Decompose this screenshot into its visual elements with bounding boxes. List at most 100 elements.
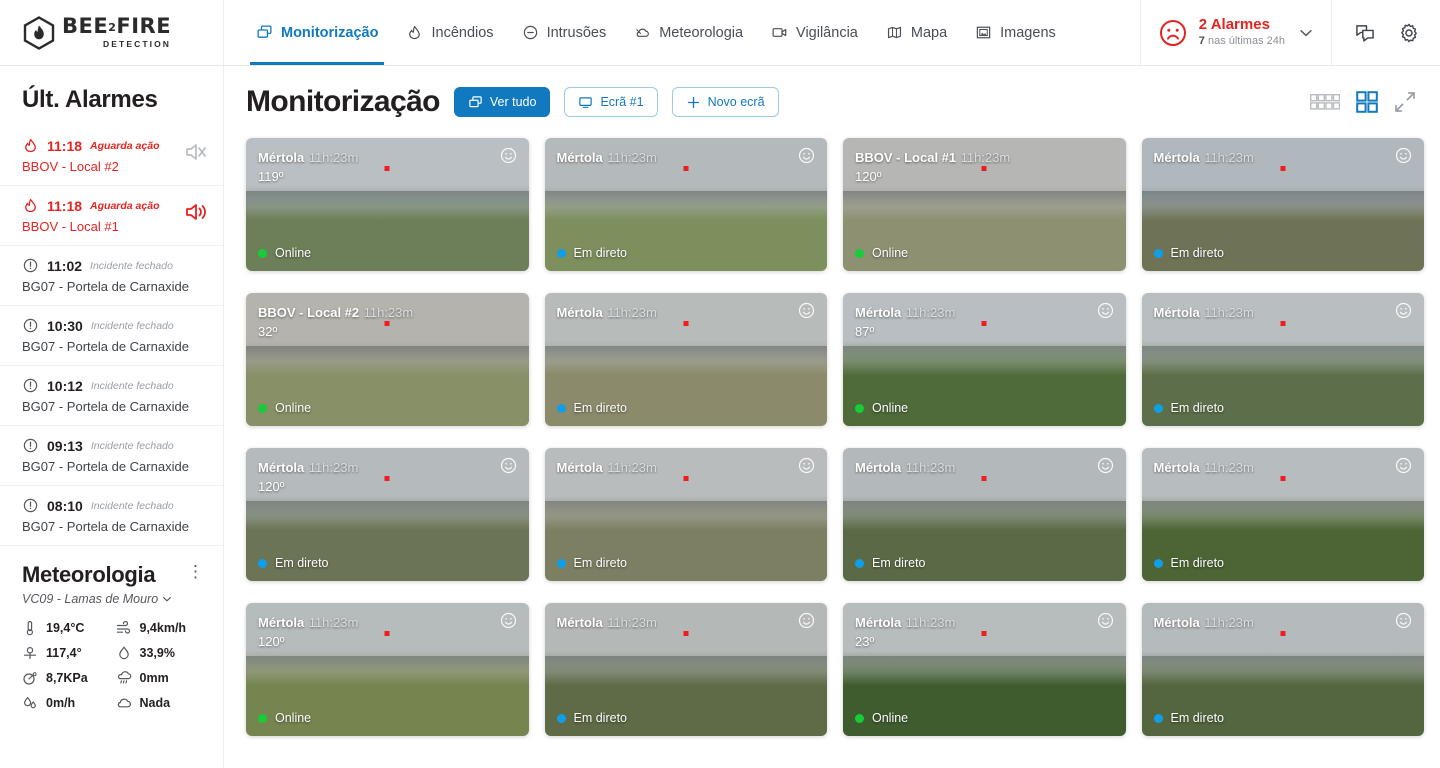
plus-icon xyxy=(687,96,699,108)
camera-card[interactable]: BBOV - Local #1 11h:23m 120º Online xyxy=(843,138,1126,271)
kebab-menu-icon[interactable]: ⋮ xyxy=(187,562,209,582)
camera-name: Mértola xyxy=(258,150,305,165)
alarm-list-item[interactable]: 11:18 Aguarda ação BBOV - Local #1 xyxy=(0,186,223,246)
nav-label: Vigilância xyxy=(796,24,858,41)
brand-logo[interactable]: BEE2FIRE DETECTION xyxy=(0,0,224,65)
camera-name: Mértola xyxy=(556,150,603,165)
status-label: Online xyxy=(275,711,312,725)
alarm-list-item[interactable]: 09:13 Incidente fechado BG07 - Portela d… xyxy=(0,426,223,486)
smiley-face-icon[interactable] xyxy=(1097,457,1114,474)
camera-card[interactable]: Mértola 11h:23m Em direto xyxy=(1141,603,1424,736)
camera-card[interactable]: BBOV - Local #2 11h:23m 32º Online xyxy=(246,293,529,426)
brand-name-fire: FIRE xyxy=(116,14,172,39)
smiley-face-icon[interactable] xyxy=(1395,302,1412,319)
status-label: Em direto xyxy=(1170,711,1225,725)
camera-card[interactable]: Mértola 11h:23m 119º Online xyxy=(246,138,529,271)
camera-card[interactable]: Mértola 11h:23m 87º Online xyxy=(843,293,1126,426)
camera-card[interactable]: Mértola 11h:23m Em direto xyxy=(544,293,827,426)
precipitation-rate-icon xyxy=(24,697,36,709)
chevron-down-icon[interactable] xyxy=(1297,24,1315,42)
copy-screens-icon xyxy=(469,95,482,107)
camera-degrees: 120º xyxy=(258,479,285,495)
weather-metric: 117,4° xyxy=(22,645,108,661)
camera-icon xyxy=(772,28,787,37)
alarm-time: 08:10 xyxy=(47,497,83,514)
smiley-face-icon[interactable] xyxy=(798,612,815,629)
camera-name: Mértola xyxy=(258,615,305,630)
status-dot-online xyxy=(258,403,267,413)
alarm-time: 11:02 xyxy=(47,257,83,274)
weather-station-selector[interactable]: VC09 - Lamas de Mouro xyxy=(22,592,209,606)
smiley-face-icon[interactable] xyxy=(1097,612,1114,629)
camera-card[interactable]: Mértola 11h:23m Em direto xyxy=(1141,293,1424,426)
status-dot-live xyxy=(1153,713,1163,723)
camera-card[interactable]: Mértola 11h:23m Em direto xyxy=(1141,138,1424,271)
detection-marker xyxy=(683,476,689,481)
camera-time: 11h:23m xyxy=(308,615,359,630)
top-bar: BEE2FIRE DETECTION Monitorização Incêndi… xyxy=(0,0,1440,66)
nav-item-meteorologia[interactable]: Meteorologia xyxy=(620,0,757,65)
alarm-list-item[interactable]: 11:18 Aguarda ação BBOV - Local #2 xyxy=(0,126,223,186)
status-label: Online xyxy=(275,246,312,260)
camera-name: BBOV - Local #2 xyxy=(258,305,360,320)
nav-item-incendios[interactable]: Incêndios xyxy=(392,0,507,65)
alarm-place: BG07 - Portela de Carnaxide xyxy=(22,279,189,294)
camera-card[interactable]: Mértola 11h:23m Em direto xyxy=(1141,448,1424,581)
smiley-face-icon[interactable] xyxy=(1395,457,1412,474)
horizon-ridge xyxy=(1141,656,1424,673)
smiley-face-icon[interactable] xyxy=(500,457,517,474)
camera-status: Em direto xyxy=(1153,246,1224,260)
sidebar-title: Últ. Alarmes xyxy=(22,86,158,113)
weather-metric: 33,9% xyxy=(116,645,202,661)
nav-item-mapa[interactable]: Mapa xyxy=(872,0,961,65)
camera-card[interactable]: Mértola 11h:23m 120º Em direto xyxy=(246,448,529,581)
alarm-list-item[interactable]: 08:10 Incidente fechado BG07 - Portela d… xyxy=(0,486,223,546)
camera-card[interactable]: Mértola 11h:23m 23º Online xyxy=(843,603,1126,736)
chat-icon[interactable] xyxy=(1354,22,1376,44)
nav-item-imagens[interactable]: Imagens xyxy=(961,0,1070,65)
camera-name: Mértola xyxy=(855,615,902,630)
alarm-list-item[interactable]: 10:30 Incidente fechado BG07 - Portela d… xyxy=(0,306,223,366)
nav-label: Monitorização xyxy=(281,24,379,41)
smiley-face-icon[interactable] xyxy=(798,457,815,474)
camera-card[interactable]: Mértola 11h:23m Em direto xyxy=(843,448,1126,581)
smiley-face-icon[interactable] xyxy=(1395,612,1412,629)
nav-item-monitorizacao[interactable]: Monitorização xyxy=(242,0,392,65)
camera-card[interactable]: Mértola 11h:23m 120º Online xyxy=(246,603,529,736)
grid-4-view-icon[interactable] xyxy=(1356,91,1378,113)
ver-tudo-button[interactable]: Ver tudo xyxy=(453,87,551,117)
smiley-face-icon[interactable] xyxy=(798,302,815,319)
fullscreen-expand-icon[interactable] xyxy=(1394,91,1416,113)
grid-8-view-icon[interactable] xyxy=(1310,94,1340,110)
smiley-face-icon[interactable] xyxy=(1395,147,1412,164)
alarm-list-item[interactable]: 10:12 Incidente fechado BG07 - Portela d… xyxy=(0,366,223,426)
detection-marker xyxy=(1280,321,1286,326)
camera-card[interactable]: Mértola 11h:23m Em direto xyxy=(544,603,827,736)
alarm-list-item[interactable]: 11:02 Incidente fechado BG07 - Portela d… xyxy=(0,246,223,306)
alarm-place: BG07 - Portela de Carnaxide xyxy=(22,519,189,534)
horizon-ridge xyxy=(544,501,827,518)
camera-degrees: 23º xyxy=(855,634,875,650)
gear-icon[interactable] xyxy=(1398,22,1420,44)
nav-item-intrusoes[interactable]: Intrusões xyxy=(508,0,621,65)
nav-item-vigilancia[interactable]: Vigilância xyxy=(757,0,872,65)
camera-card[interactable]: Mértola 11h:23m Em direto xyxy=(544,138,827,271)
camera-card[interactable]: Mértola 11h:23m Em direto xyxy=(544,448,827,581)
nav-label: Meteorologia xyxy=(659,24,744,41)
wind-direction-icon xyxy=(23,646,37,660)
smiley-face-icon[interactable] xyxy=(500,147,517,164)
alarm-indicator[interactable]: 2 Alarmes 7 nas últimas 24h xyxy=(1139,0,1332,65)
novo-ecra-button[interactable]: Novo ecrã xyxy=(671,87,779,117)
weather-metric: 0m/h xyxy=(22,695,108,711)
smiley-face-icon[interactable] xyxy=(1097,302,1114,319)
camera-status: Em direto xyxy=(1153,556,1224,570)
alarm-state: Incidente fechado xyxy=(90,379,174,392)
smiley-face-icon[interactable] xyxy=(500,612,517,629)
ecra-1-button[interactable]: Ecrã #1 xyxy=(564,87,658,117)
smiley-face-icon[interactable] xyxy=(798,147,815,164)
status-label: Em direto xyxy=(1170,401,1225,415)
speaker-on-icon[interactable] xyxy=(183,199,209,225)
weather-station-label: VC09 - Lamas de Mouro xyxy=(22,592,159,606)
speaker-muted-icon[interactable] xyxy=(183,139,209,165)
camera-name: Mértola xyxy=(556,615,603,630)
